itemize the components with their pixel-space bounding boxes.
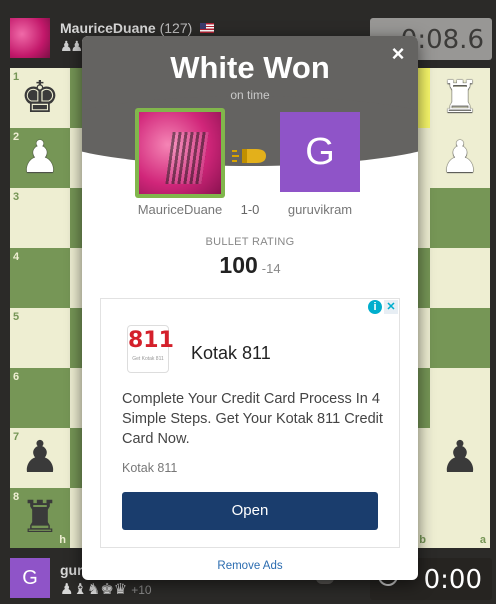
ad-choices[interactable]: i ✕ [368,300,398,315]
square[interactable]: ♟ [430,428,490,488]
rating-change: -14 [261,261,281,276]
top-player-name-row: MauriceDuane (127) [60,20,215,36]
file-label: b [419,534,426,546]
square[interactable]: ♜ [430,68,490,128]
ad-logo: 811 Get Kotak 811 [127,325,174,373]
ad-logo-number: 811 [128,328,174,353]
rating-row: 100 -14 [82,252,418,279]
ad-info-icon[interactable]: i [368,300,382,314]
loser-avatar[interactable]: G [280,112,360,192]
square[interactable]: ♟ [430,128,490,188]
result-reason: on time [230,88,270,102]
ad-open-button[interactable]: Open [122,492,378,530]
ad-close-icon[interactable]: ✕ [384,300,398,314]
black-pawn-icon[interactable]: ♟ [430,428,490,488]
result-title: White Won [170,50,330,85]
rating-label: BULLET RATING [205,236,295,248]
winner-avatar[interactable] [135,108,225,198]
game-over-modal: White Won on time × G MauriceDuane 1-0 g… [82,36,418,580]
square[interactable]: 8 ♜ h [10,488,70,548]
file-label: a [479,534,486,546]
winner-name[interactable]: MauriceDuane [126,202,234,217]
square[interactable]: 3 [10,188,70,248]
white-pawn-icon[interactable]: ♟ [430,128,490,188]
loser-name[interactable]: guruvikram [270,202,370,217]
rank-label: 5 [13,311,20,323]
material-advantage: +10 [131,583,152,597]
bottom-player-name[interactable]: gur [60,562,83,578]
us-flag-icon [200,23,215,33]
top-player-name[interactable]: MauriceDuane [60,20,156,36]
white-pawn-icon[interactable]: ♟ [10,128,70,188]
remove-ads-link[interactable]: Remove Ads [82,560,418,572]
rank-label: 6 [13,371,20,383]
rank-label: 3 [13,191,20,203]
file-label: h [59,534,66,546]
bullet-icon [232,149,266,163]
square[interactable] [430,188,490,248]
game-score: 1-0 [240,202,260,217]
ad-brand[interactable]: Kotak 811 [191,343,271,364]
winner-avatar-image [139,112,221,194]
square[interactable]: 7 ♟ [10,428,70,488]
advertisement[interactable]: i ✕ 811 Get Kotak 811 Kotak 811 Complete… [100,298,400,548]
top-player-rating: (127) [159,20,193,36]
top-player-avatar[interactable] [10,18,50,58]
captured-pieces-icons: ♟♝♞♚♛ [60,581,128,598]
square[interactable]: 4 [10,248,70,308]
square[interactable]: 6 [10,368,70,428]
ad-text[interactable]: Complete Your Credit Card Process In 4 S… [122,389,387,449]
white-rook-icon[interactable]: ♜ [430,68,490,128]
square[interactable]: 1 ♚ [10,68,70,128]
square[interactable]: a [430,488,490,548]
black-pawn-icon[interactable]: ♟ [10,428,70,488]
bottom-player-avatar[interactable]: G [10,558,50,598]
square[interactable] [430,368,490,428]
black-king-icon[interactable]: ♚ [10,68,70,128]
rank-label: 4 [13,251,20,263]
square[interactable] [430,308,490,368]
rating-value: 100 [219,252,258,278]
square[interactable] [430,248,490,308]
bottom-player-captured-pieces: ♟♝♞♚♛ +10 [60,580,152,598]
ad-logo-caption: Get Kotak 811 [132,356,164,362]
close-button[interactable]: × [386,42,410,66]
ad-sponsor: Kotak 811 [122,461,178,475]
square[interactable]: 5 [10,308,70,368]
square[interactable]: 2 ♟ [10,128,70,188]
